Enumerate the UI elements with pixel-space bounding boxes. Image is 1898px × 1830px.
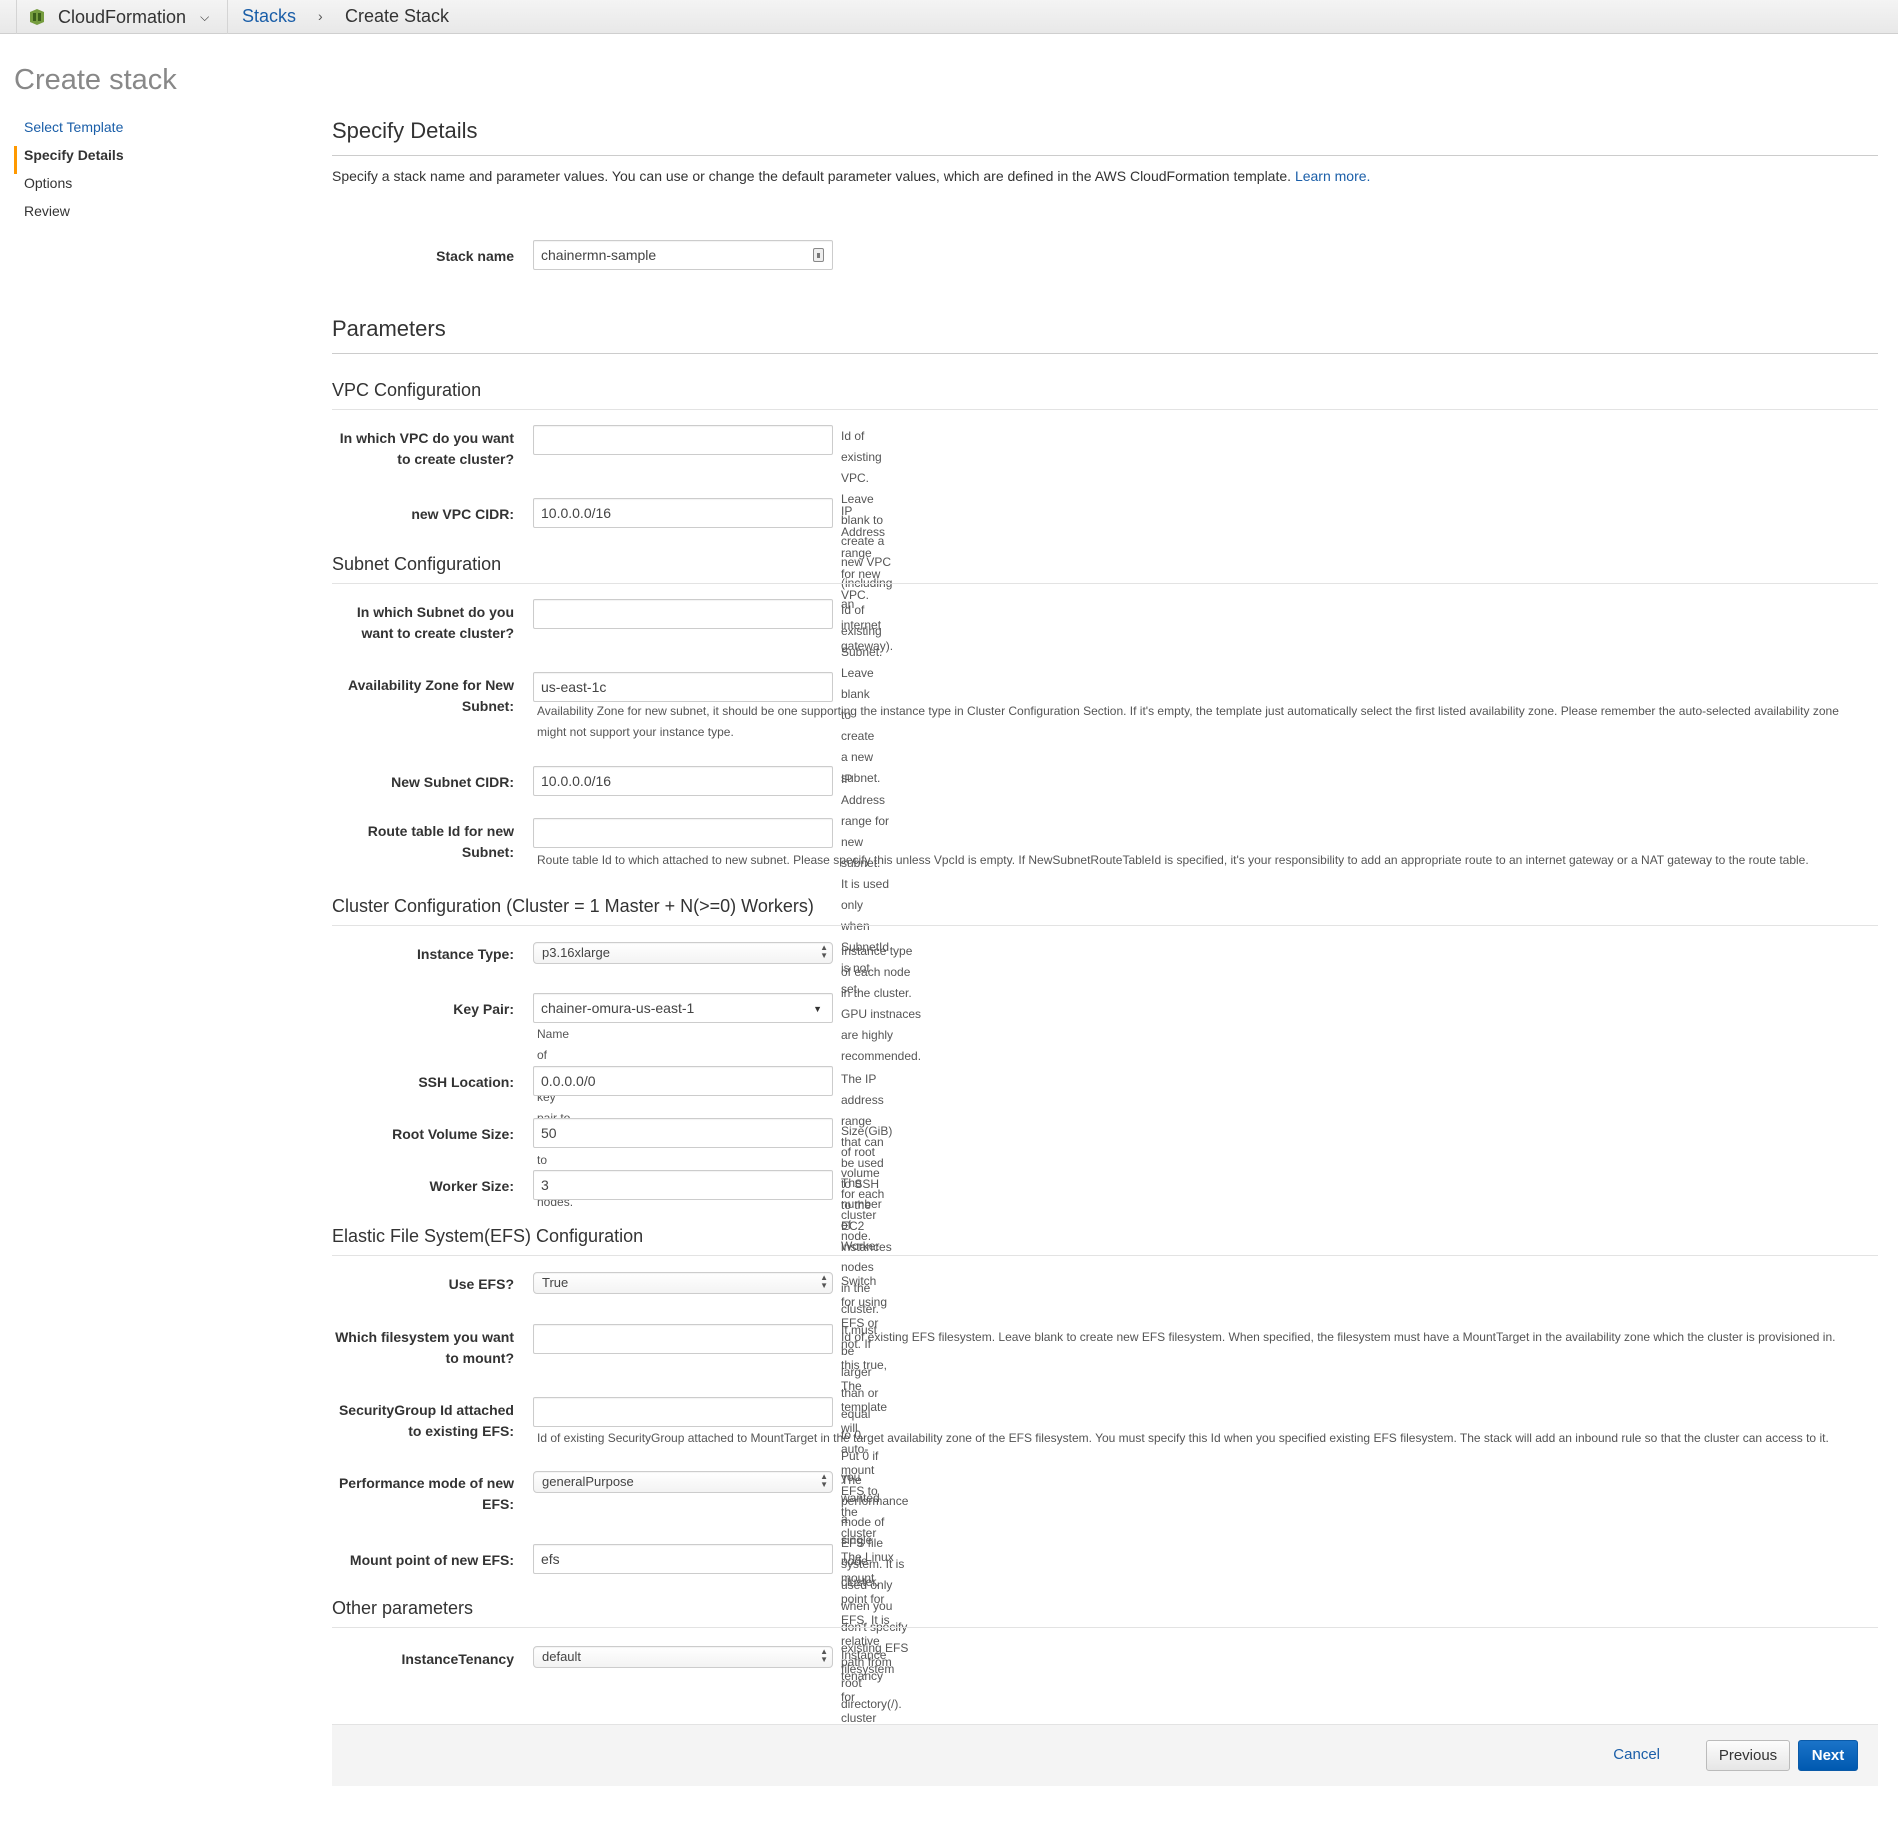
step-specify-details: Specify Details bbox=[14, 146, 124, 174]
route-table-label: Route table Id for new Subnet: bbox=[367, 823, 514, 860]
select-updown-icon: ▲ ▼ bbox=[820, 1647, 828, 1664]
main-content: Specify Details Specify a stack name and… bbox=[332, 118, 1878, 1746]
use-efs-label: Use EFS? bbox=[448, 1276, 514, 1292]
top-nav-bar: CloudFormation ⌵ Stacks › Create Stack bbox=[0, 0, 1898, 34]
ssh-location-input[interactable]: 0.0.0.0/0 bbox=[533, 1066, 833, 1096]
subnet-cidr-input[interactable]: 10.0.0.0/16 bbox=[533, 766, 833, 796]
instance-tenancy-select[interactable]: default ▲ ▼ bbox=[533, 1646, 833, 1668]
select-updown-icon: ▲ ▼ bbox=[820, 1273, 828, 1290]
stack-name-value: chainermn-sample bbox=[541, 247, 657, 263]
learn-more-link[interactable]: Learn more. bbox=[1295, 168, 1370, 184]
efs-id-input[interactable] bbox=[533, 1324, 833, 1354]
stack-name-label: Stack name bbox=[436, 248, 514, 264]
key-pair-value: chainer-omura-us-east-1 bbox=[541, 1000, 695, 1016]
instance-tenancy-label: InstanceTenancy bbox=[401, 1651, 514, 1667]
section-efs-configuration: Elastic File System(EFS) Configuration bbox=[332, 1226, 1878, 1256]
subnet-id-help: Id of existing Subnet. Leave blank to cr… bbox=[841, 603, 883, 785]
parameters-heading: Parameters bbox=[332, 316, 1878, 354]
ssh-location-label: SSH Location: bbox=[418, 1074, 514, 1090]
intro-description: Specify a stack name and parameter value… bbox=[332, 168, 1295, 184]
intro-text: Specify a stack name and parameter value… bbox=[332, 168, 1878, 184]
availability-zone-label: Availability Zone for New Subnet: bbox=[348, 677, 514, 714]
instance-type-label: Instance Type: bbox=[417, 946, 514, 962]
performance-mode-value: generalPurpose bbox=[542, 1474, 634, 1489]
route-table-input[interactable] bbox=[533, 818, 833, 848]
worker-size-label: Worker Size: bbox=[429, 1178, 514, 1194]
vpc-id-input[interactable] bbox=[533, 425, 833, 455]
breadcrumb-stacks[interactable]: Stacks bbox=[242, 6, 296, 27]
efs-id-label: Which filesystem you want to mount? bbox=[335, 1329, 514, 1366]
breadcrumb-separator-icon: › bbox=[318, 8, 323, 24]
section-cluster-configuration: Cluster Configuration (Cluster = 1 Maste… bbox=[332, 896, 1878, 926]
stack-name-input[interactable]: chainermn-sample bbox=[533, 240, 833, 270]
specify-details-heading: Specify Details bbox=[332, 118, 1878, 156]
vpc-cidr-label: new VPC CIDR: bbox=[411, 506, 514, 522]
vpc-id-label: In which VPC do you want to create cluste… bbox=[339, 430, 514, 467]
instance-type-value: p3.16xlarge bbox=[542, 945, 610, 960]
use-efs-value: True bbox=[542, 1275, 569, 1290]
cancel-button[interactable]: Cancel bbox=[1607, 1745, 1666, 1764]
wizard-steps: Select Template Specify Details Options … bbox=[14, 118, 124, 230]
route-table-help: Route table Id to which attached to new … bbox=[537, 853, 1809, 867]
root-volume-input[interactable]: 50 bbox=[533, 1118, 833, 1148]
step-select-template[interactable]: Select Template bbox=[14, 118, 124, 146]
mount-point-label: Mount point of new EFS: bbox=[349, 1552, 514, 1568]
efs-id-help: Id of existing EFS filesystem. Leave bla… bbox=[841, 1330, 1836, 1344]
page-title: Create stack bbox=[14, 64, 177, 96]
chevron-down-icon: ⌵ bbox=[200, 9, 210, 24]
section-subnet-configuration: Subnet Configuration bbox=[332, 554, 1878, 584]
caret-down-icon: ▼ bbox=[813, 1004, 822, 1014]
service-menu[interactable]: CloudFormation ⌵ bbox=[16, 0, 228, 34]
cloudformation-logo-icon bbox=[30, 9, 44, 25]
worker-size-input[interactable]: 3 bbox=[533, 1170, 833, 1200]
section-vpc-configuration: VPC Configuration bbox=[332, 380, 1878, 410]
availability-zone-input[interactable]: us-east-1c bbox=[533, 672, 833, 702]
step-review: Review bbox=[24, 203, 70, 219]
subnet-cidr-label: New Subnet CIDR: bbox=[391, 774, 514, 790]
efs-security-group-input[interactable] bbox=[533, 1397, 833, 1427]
select-updown-icon: ▲ ▼ bbox=[820, 943, 828, 960]
performance-mode-select[interactable]: generalPurpose ▲ ▼ bbox=[533, 1471, 833, 1493]
root-volume-label: Root Volume Size: bbox=[392, 1126, 514, 1142]
subnet-id-label: In which Subnet do you want to create clu… bbox=[356, 604, 514, 641]
subnet-id-input[interactable] bbox=[533, 599, 833, 629]
performance-mode-label: Performance mode of new EFS: bbox=[338, 1475, 514, 1512]
key-pair-label: Key Pair: bbox=[453, 1001, 514, 1017]
efs-security-group-label: SecurityGroup Id attached to existing EFS… bbox=[338, 1402, 514, 1439]
mount-point-input[interactable]: efs bbox=[533, 1544, 833, 1574]
previous-button[interactable]: Previous bbox=[1706, 1740, 1790, 1771]
instance-type-help: Instance type of each node in the cluste… bbox=[841, 944, 922, 1063]
select-updown-icon: ▲ ▼ bbox=[820, 1472, 828, 1489]
vpc-cidr-input[interactable]: 10.0.0.0/16 bbox=[533, 498, 833, 528]
use-efs-select[interactable]: True ▲ ▼ bbox=[533, 1272, 833, 1294]
efs-security-group-help: Id of existing SecurityGroup attached to… bbox=[537, 1431, 1829, 1445]
next-button[interactable]: Next bbox=[1798, 1740, 1858, 1771]
breadcrumb-current: Create Stack bbox=[345, 6, 450, 26]
section-other-parameters: Other parameters bbox=[332, 1598, 1878, 1628]
key-pair-dropdown[interactable]: chainer-omura-us-east-1 ▼ bbox=[533, 993, 833, 1023]
step-options: Options bbox=[24, 175, 73, 191]
instance-tenancy-value: default bbox=[542, 1649, 582, 1664]
wizard-footer: Cancel Previous Next bbox=[332, 1724, 1878, 1786]
instance-type-select[interactable]: p3.16xlarge ▲ ▼ bbox=[533, 942, 833, 964]
autofill-contact-icon[interactable] bbox=[813, 248, 824, 262]
availability-zone-help: Availability Zone for new subnet, it sho… bbox=[537, 704, 1839, 739]
service-name: CloudFormation bbox=[58, 6, 187, 27]
